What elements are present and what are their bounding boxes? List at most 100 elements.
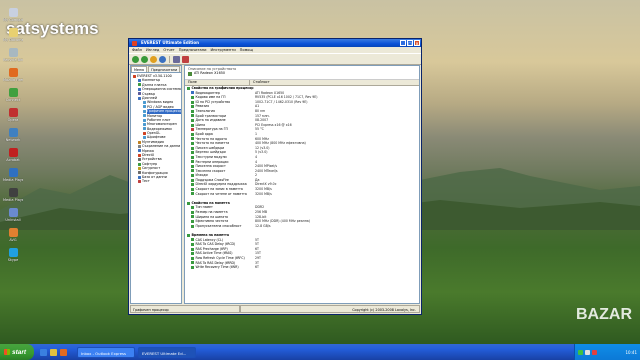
tree-item[interactable]: Тест — [131, 179, 181, 183]
taskbar-button[interactable]: Inbox - Outlook Express — [77, 346, 135, 358]
start-button[interactable]: start — [0, 344, 34, 360]
property-row[interactable]: Write Recovery Time (tWR) 6T — [185, 265, 419, 270]
desktop-icon[interactable]: Opera — [3, 108, 23, 122]
tree-item-icon — [138, 79, 141, 83]
menu-item[interactable]: Предпочитани — [179, 47, 207, 53]
property-icon — [191, 137, 194, 141]
tree-item-icon — [138, 149, 141, 153]
network-tray-icon[interactable] — [578, 349, 583, 355]
minimize-button[interactable]: _ — [400, 40, 406, 46]
property-icon — [187, 233, 190, 237]
property-icon — [191, 242, 194, 246]
tree-item-icon — [143, 136, 146, 140]
tab-favorites[interactable]: Предпочитани — [148, 66, 181, 72]
up-icon[interactable] — [150, 55, 157, 63]
refresh-icon[interactable] — [159, 55, 166, 63]
desktop-icon-label: Acrobat — [6, 158, 20, 162]
menu-item[interactable]: Изглед — [146, 47, 159, 53]
app-icon — [132, 40, 137, 46]
menu-item[interactable]: Отчет — [163, 47, 174, 53]
desktop-icon-image — [8, 228, 18, 237]
property-icon — [191, 155, 194, 159]
tree-view: EVEREST v3.50.1100 Компютър Дънна платка Оп… — [131, 73, 181, 184]
tree-item-icon — [138, 140, 141, 144]
watermark-marketplace: BAZAR — [576, 306, 632, 323]
desktop-icon[interactable]: Media Player — [3, 168, 23, 182]
tree-item-icon — [143, 122, 146, 126]
maximize-button[interactable]: □ — [407, 40, 413, 46]
property-field: Write Recovery Time (tWR) — [195, 265, 239, 270]
property-icon — [191, 187, 194, 191]
taskbar-button[interactable]: EVEREST Ultimate Ed... — [138, 346, 196, 358]
property-icon — [191, 146, 194, 150]
everest-window[interactable]: EVEREST Ultimate Edition _ □ × Файл Изгле… — [128, 38, 422, 315]
desktop-icon-image — [8, 108, 18, 117]
property-value: 6T — [255, 265, 259, 270]
report-icon[interactable] — [172, 55, 180, 63]
property-icon — [191, 220, 194, 224]
property-icon — [191, 178, 194, 182]
back-icon[interactable] — [132, 55, 139, 63]
menu-item[interactable]: Помощ — [240, 47, 253, 53]
property-row[interactable]: Пропускателна способност 12.8 GB/s — [185, 224, 419, 229]
desktop-icon-image — [8, 48, 18, 57]
column-value[interactable]: Стойност — [250, 80, 419, 85]
property-icon — [191, 114, 194, 118]
column-field[interactable]: Поле — [185, 80, 250, 85]
property-icon — [191, 91, 194, 95]
firefox-icon[interactable] — [60, 348, 67, 356]
close-button[interactable]: × — [414, 40, 420, 46]
tree-item-icon — [143, 101, 146, 105]
property-row[interactable]: Скорост на четене от паметта 3200 MB/s — [185, 192, 419, 197]
property-icon — [187, 201, 190, 205]
desktop-icon[interactable]: Media Player Classic — [3, 188, 23, 202]
desktop-icon[interactable]: Mozilla Firefox — [3, 68, 23, 82]
property-icon — [191, 238, 194, 242]
property-field: Пропускателна способност — [195, 223, 242, 228]
show-desktop-icon[interactable] — [50, 348, 57, 356]
toolbar-separator — [169, 55, 170, 63]
clock[interactable]: 10:41 — [625, 350, 640, 355]
property-icon — [191, 164, 194, 168]
desktop-icon-label: My Computer — [3, 18, 23, 22]
desktop-icon[interactable]: Skype — [3, 248, 23, 262]
desktop-icon[interactable]: Recycle Bin — [3, 48, 23, 62]
property-value: 12.8 GB/s — [255, 223, 271, 228]
property-icon — [191, 215, 194, 219]
tree-item-label: Тест — [142, 179, 150, 184]
menu-item[interactable]: Файл — [132, 47, 142, 53]
tree-item-icon — [143, 114, 146, 118]
desktop-icon[interactable]: My Computer — [3, 8, 23, 22]
property-icon — [191, 160, 194, 164]
property-icon — [191, 224, 194, 228]
desktop-icon[interactable]: Acrobat — [3, 148, 23, 162]
tree-item-icon — [143, 105, 146, 109]
details-pane: Описание на устройството ATI Radeon X165… — [184, 65, 420, 304]
taskbar: start Inbox - Outlook Express EVEREST Ult… — [0, 344, 640, 360]
desktop-icon-label: AVG — [9, 238, 17, 242]
window-titlebar[interactable]: EVEREST Ultimate Edition _ □ × — [129, 39, 421, 47]
desktop-icon-label: Network — [5, 138, 21, 142]
window-title: EVEREST Ultimate Edition — [141, 40, 200, 45]
desktop-icon[interactable]: Uninstall — [3, 208, 23, 222]
desktop-icon[interactable]: AVG — [3, 228, 23, 242]
forward-icon[interactable] — [141, 55, 148, 63]
tree-item-icon — [138, 171, 141, 175]
volume-tray-icon[interactable] — [585, 349, 590, 355]
property-icon — [191, 132, 194, 136]
quick-launch — [40, 348, 67, 356]
tree-item-icon — [138, 96, 141, 100]
desktop-icon[interactable]: Connect — [3, 88, 23, 102]
tab-menu[interactable]: Меню — [131, 66, 148, 72]
desktop-icon-image — [8, 88, 18, 97]
desktop-icon-label: Uninstall — [5, 218, 21, 222]
desktop-icon[interactable]: My Documents — [3, 28, 23, 42]
ie-icon[interactable] — [40, 348, 47, 356]
device-header: Описание на устройството ATI Radeon X165… — [185, 66, 419, 80]
antivirus-tray-icon[interactable] — [592, 349, 597, 355]
property-icon — [191, 100, 194, 104]
menu-item[interactable]: Инструменти — [210, 47, 235, 53]
desktop-icon[interactable]: Network — [3, 128, 23, 142]
favorites-icon[interactable] — [181, 55, 189, 63]
property-value: 3200 MB/s — [255, 191, 272, 196]
